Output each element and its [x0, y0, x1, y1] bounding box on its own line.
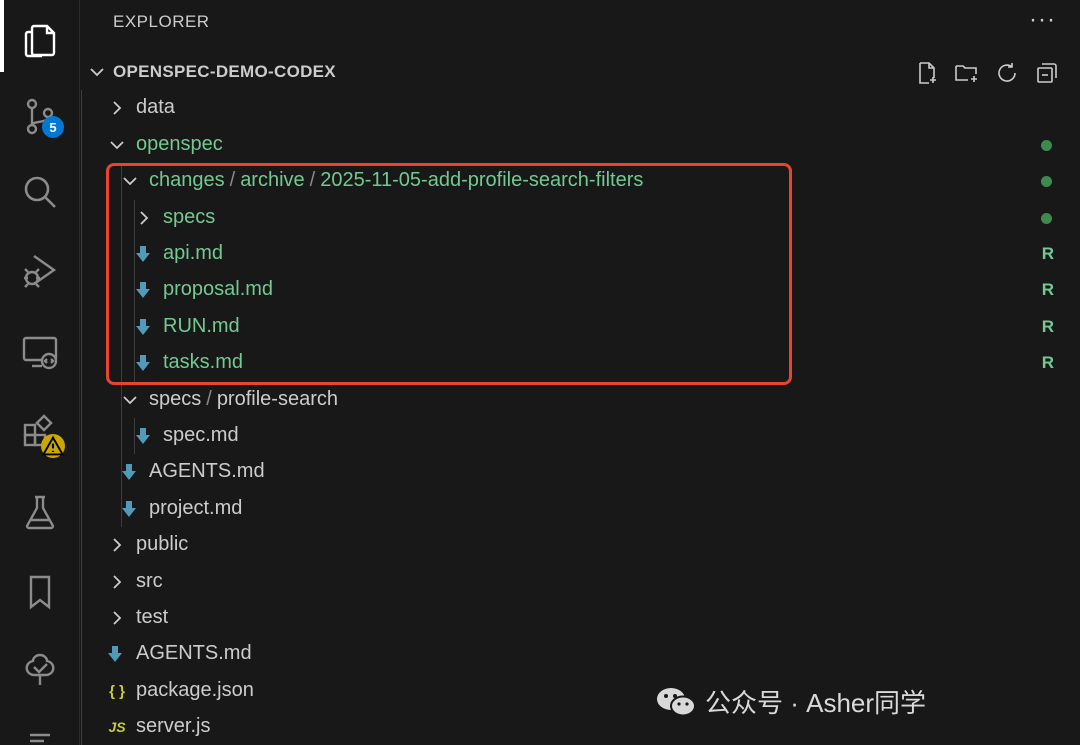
run-debug-icon[interactable]: [0, 230, 80, 310]
chevron-right-icon: [113, 575, 122, 589]
chevron-down-icon: [90, 68, 104, 77]
file-label: package.json: [136, 679, 254, 701]
watermark-text: 公众号 · Asher同学: [705, 688, 927, 718]
tree-folder-specs-profile-search[interactable]: specs / profile-search: [81, 382, 1080, 418]
file-label: project.md: [149, 497, 243, 519]
chevron-right-icon: [113, 538, 122, 552]
folder-label: openspec: [136, 133, 223, 155]
file-label: AGENTS.md: [136, 642, 252, 664]
new-folder-icon[interactable]: [952, 58, 982, 88]
source-control-icon[interactable]: 5: [0, 76, 80, 156]
modified-dot-icon: [1041, 213, 1052, 224]
markdown-file-icon: [119, 462, 139, 482]
tree-file-project-md[interactable]: project.md: [81, 491, 1080, 527]
tree-folder-public[interactable]: public: [81, 527, 1080, 563]
watermark: 公众号 · Asher同学: [655, 683, 926, 720]
more-actions-icon[interactable]: ···: [1029, 6, 1056, 34]
tree-folder-openspec[interactable]: openspec: [81, 127, 1080, 163]
file-label: AGENTS.md: [149, 460, 265, 482]
tree-file-openspec-agents-md[interactable]: AGENTS.md: [81, 454, 1080, 490]
warning-icon: [41, 434, 65, 458]
folder-label: src: [136, 570, 163, 592]
tree-file-spec-md[interactable]: spec.md: [81, 418, 1080, 454]
timeline-icon[interactable]: [0, 630, 80, 710]
partial-icon[interactable]: [0, 705, 80, 745]
tree-folder-src[interactable]: src: [81, 564, 1080, 600]
tree-folder-data[interactable]: data: [81, 90, 1080, 126]
extensions-icon[interactable]: [0, 392, 80, 472]
markdown-file-icon: [119, 499, 139, 519]
file-label: server.js: [136, 715, 211, 737]
workspace-section-header[interactable]: OPENSPEC-DEMO-CODEX: [81, 54, 1080, 90]
renamed-decoration: R: [1041, 353, 1054, 372]
collapse-all-icon[interactable]: [1032, 58, 1062, 88]
explorer-icon[interactable]: [0, 0, 80, 80]
new-file-icon[interactable]: [912, 58, 942, 88]
compact-folder-label: specs / profile-search: [149, 388, 338, 410]
folder-label: data: [136, 96, 175, 118]
sidebar-title: EXPLORER: [113, 12, 210, 31]
wechat-icon: [657, 687, 696, 716]
activity-bar: 5: [0, 0, 80, 745]
renamed-decoration: R: [1041, 244, 1054, 263]
refresh-icon[interactable]: [992, 58, 1022, 88]
testing-icon[interactable]: [0, 472, 80, 552]
modified-dot-icon: [1041, 176, 1052, 187]
javascript-file-icon: JS: [108, 719, 126, 735]
modified-dot-icon: [1041, 140, 1052, 151]
file-label: spec.md: [163, 424, 239, 446]
chevron-right-icon: [113, 611, 122, 625]
section-actions: [912, 58, 1062, 88]
chevron-down-icon: [110, 141, 124, 150]
highlight-box: [106, 163, 792, 385]
explorer-sidebar: EXPLORER ··· OPENSPEC-DEMO-CODEX data op…: [81, 0, 1080, 745]
tree-file-package-json[interactable]: { } package.json: [81, 673, 1080, 709]
json-file-icon: { }: [109, 682, 125, 700]
tree-folder-test[interactable]: test: [81, 600, 1080, 636]
folder-label: public: [136, 533, 189, 555]
tree-file-server-js[interactable]: JS server.js: [81, 709, 1080, 745]
renamed-decoration: R: [1041, 280, 1054, 299]
bookmarks-icon[interactable]: [0, 552, 80, 632]
folder-label: test: [136, 606, 169, 628]
renamed-decoration: R: [1041, 317, 1054, 336]
chevron-down-icon: [123, 396, 137, 405]
folder-segment[interactable]: profile-search: [217, 388, 338, 410]
markdown-file-icon: [105, 644, 125, 664]
source-control-badge: 5: [42, 116, 64, 138]
markdown-file-icon: [133, 426, 153, 446]
search-icon[interactable]: [0, 152, 80, 232]
workspace-title: OPENSPEC-DEMO-CODEX: [113, 62, 336, 81]
folder-segment[interactable]: specs: [149, 388, 201, 410]
remote-explorer-icon[interactable]: [0, 312, 80, 392]
tree-file-agents-md[interactable]: AGENTS.md: [81, 636, 1080, 672]
chevron-right-icon: [113, 101, 122, 115]
